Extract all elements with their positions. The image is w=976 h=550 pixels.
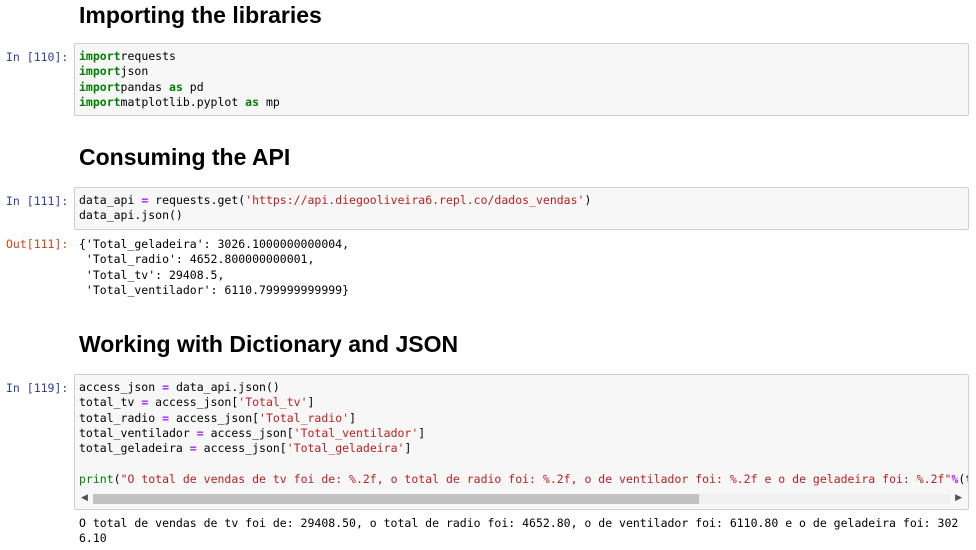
heading-importing-libraries: Importing the libraries <box>79 2 322 28</box>
code-editor-imports[interactable]: importrequests importjson importpandas a… <box>75 44 968 110</box>
code-token: import <box>79 49 121 63</box>
code-token: print <box>79 471 114 486</box>
code-token: data_api <box>79 193 142 207</box>
heading-working-dictionary-json: Working with Dictionary and JSON <box>79 331 459 357</box>
code-token: total_tv <box>79 395 142 410</box>
code-token: pd <box>182 79 204 94</box>
code-token: = <box>196 425 204 440</box>
code-token: "O total de vendas de tv foi de: %.2f, o… <box>120 471 952 486</box>
heading-consuming-api: Consuming the API <box>79 144 291 170</box>
code-token: access_json[ <box>196 441 287 456</box>
arrow-right-icon[interactable]: ▶ <box>955 493 962 503</box>
scrollbar-thumb[interactable] <box>93 494 699 504</box>
code-editor-api-request[interactable]: data_api = requests.get('https://api.die… <box>75 188 968 224</box>
code-token: 'Total_ventilador' <box>293 425 419 440</box>
code-token: data_api.json() <box>79 208 183 223</box>
code-token: import <box>79 64 121 79</box>
code-token: (t <box>958 471 968 486</box>
code-token: ) <box>584 193 592 207</box>
horizontal-scrollbar[interactable]: ◀ ▶ <box>79 492 964 506</box>
code-token: 'Total_radio' <box>259 410 350 425</box>
code-cell-imports[interactable]: importrequests importjson importpandas a… <box>74 43 969 116</box>
code-token: access_json[ <box>203 425 294 440</box>
code-token: requests <box>120 49 176 63</box>
output-prompt-111: Out[111]: <box>6 237 69 251</box>
code-token: data_api.json() <box>169 380 280 394</box>
code-token: json <box>120 64 149 79</box>
code-token: access_json[ <box>148 395 239 410</box>
code-token: import <box>79 79 121 94</box>
code-editor-dictionary[interactable]: access_json = data_api.json() total_tv =… <box>75 375 968 487</box>
code-token: 'https://api.diegooliveira6.repl.co/dado… <box>245 193 585 207</box>
code-cell-dictionary[interactable]: access_json = data_api.json() total_tv =… <box>74 374 969 510</box>
code-token: access_json <box>79 380 163 394</box>
code-token: 'Total_tv' <box>238 395 308 410</box>
code-token: total_radio <box>79 410 163 425</box>
code-token: ] <box>418 425 426 440</box>
code-token: ] <box>349 410 356 425</box>
code-token: ] <box>404 441 412 456</box>
code-token: = <box>162 410 170 425</box>
code-token: requests.get( <box>148 193 246 207</box>
code-token: = <box>162 380 170 394</box>
code-token: import <box>79 94 121 109</box>
input-prompt-110: In [110]: <box>6 50 69 64</box>
code-token: pandas <box>120 79 170 94</box>
code-token: ( <box>113 471 121 486</box>
code-cell-api-request[interactable]: data_api = requests.get('https://api.die… <box>74 187 969 230</box>
code-token: mp <box>259 94 280 109</box>
code-token: total_ventilador <box>79 425 197 440</box>
code-token: access_json[ <box>169 410 260 425</box>
input-prompt-111: In [111]: <box>6 194 69 208</box>
code-token: matplotlib.pyplot <box>120 94 246 109</box>
output-api-json: {'Total_geladeira': 3026.1000000000004, … <box>79 237 350 297</box>
code-token: as <box>245 94 260 109</box>
output-print-result: O total de vendas de tv foi de: 29408.50… <box>79 516 959 546</box>
code-token: total_geladeira <box>79 441 190 456</box>
code-token: as <box>169 79 183 94</box>
input-prompt-119: In [119]: <box>6 381 69 395</box>
arrow-left-icon[interactable]: ◀ <box>81 493 88 503</box>
code-token: 'Total_geladeira' <box>286 441 405 456</box>
code-token: = <box>189 441 197 456</box>
code-token: ] <box>307 395 315 410</box>
